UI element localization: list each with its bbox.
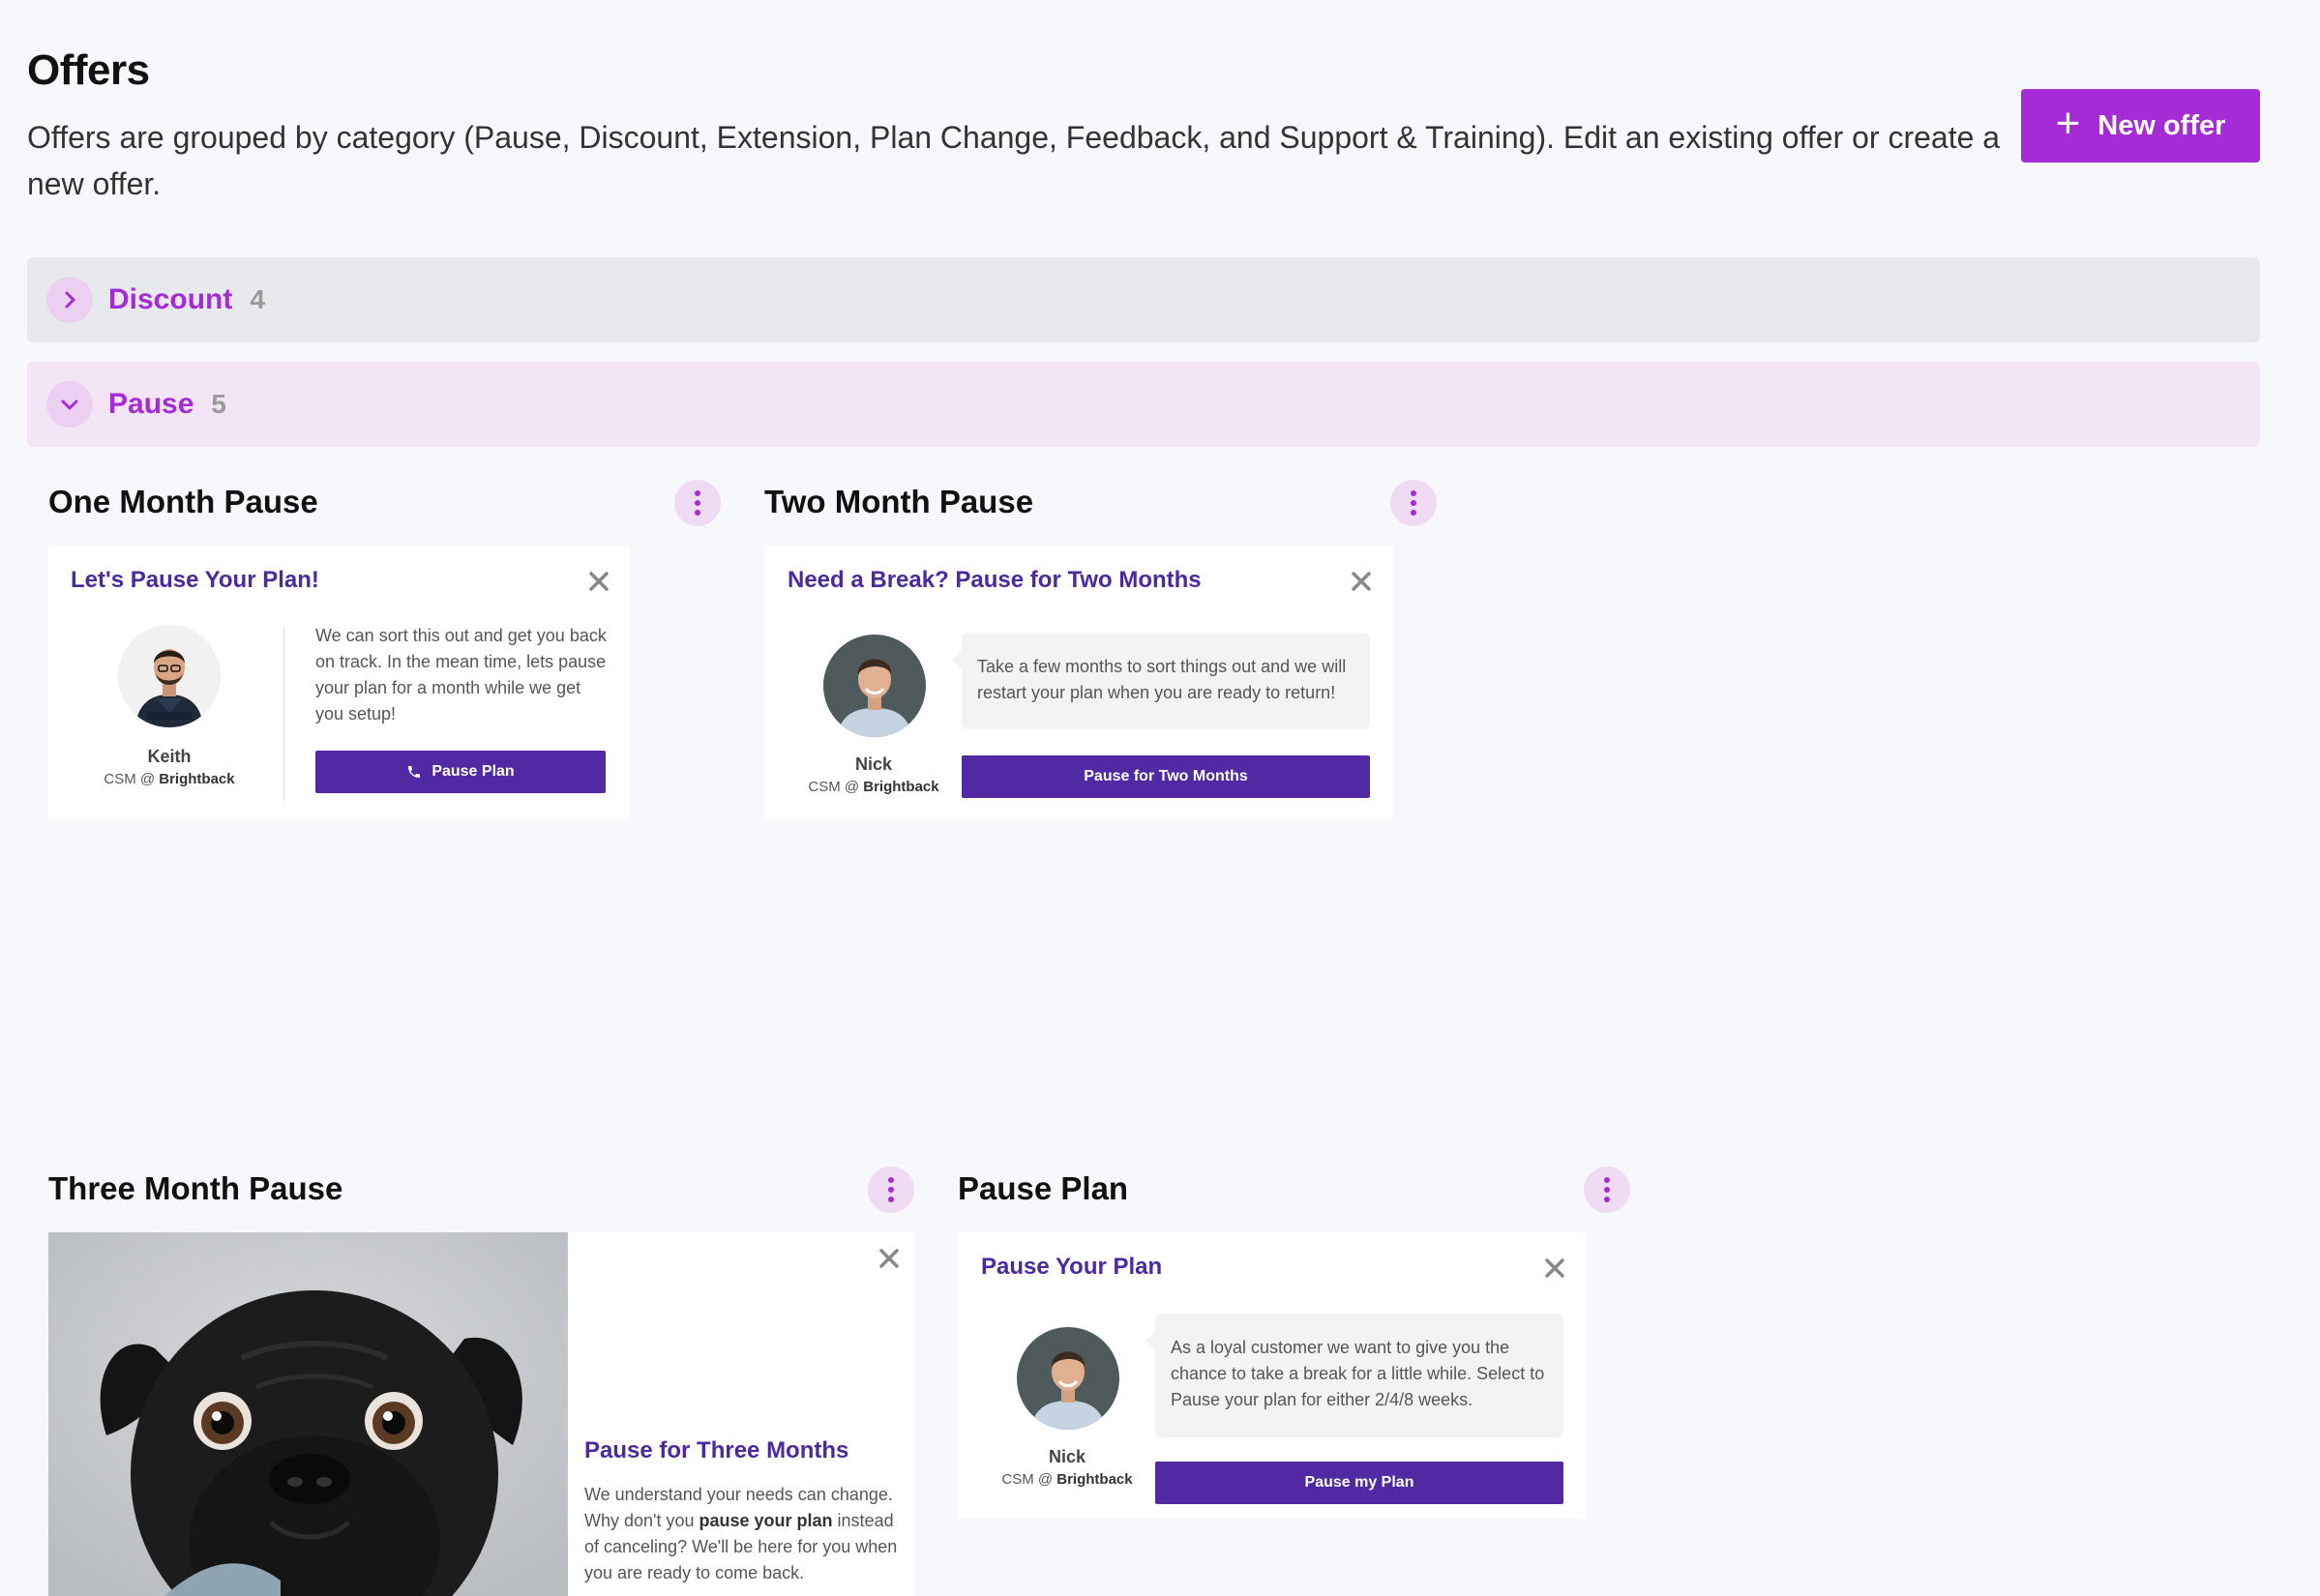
category-count: 5 (211, 389, 226, 419)
pause-two-months-button[interactable]: Pause for Two Months (962, 755, 1370, 798)
chevron-right-icon[interactable] (46, 277, 93, 323)
pause-my-plan-button[interactable]: Pause my Plan (1155, 1462, 1563, 1504)
offer-message: We can sort this out and get you back on… (315, 626, 607, 724)
person-name: Nick (854, 754, 893, 774)
chevron-down-icon[interactable] (46, 381, 93, 428)
offer-message: Take a few months to sort things out and… (977, 657, 1347, 702)
card-heading: Let's Pause Your Plan! (71, 567, 319, 593)
person-name: Nick (1048, 1447, 1086, 1466)
offer-title: Two Month Pause (764, 484, 1034, 519)
card-heading: Need a Break? Pause for Two Months (788, 567, 1202, 593)
pug-photo (48, 1232, 568, 1596)
avatar (823, 635, 926, 737)
offer-preview-card[interactable]: Pause for Three Months We understand you… (48, 1232, 915, 1596)
offer-title: Three Month Pause (48, 1170, 343, 1206)
offer-menu-icon[interactable] (868, 1167, 914, 1213)
category-row-discount[interactable]: Discount 4 (27, 257, 2260, 342)
page-description: Offers are grouped by category (Pause, D… (27, 120, 2001, 201)
offer-message: We understand your needs can change. Why… (584, 1485, 898, 1582)
category-row-pause[interactable]: Pause 5 (27, 362, 2260, 447)
avatar (1017, 1327, 1119, 1430)
offer-menu-icon[interactable] (674, 480, 721, 526)
card-heading: Pause Your Plan (981, 1254, 1163, 1280)
offer-menu-icon[interactable] (1584, 1167, 1630, 1213)
message-bubble: Take a few months to sort things out and… (952, 633, 1370, 729)
person-name: Keith (147, 747, 192, 766)
category-name: Discount (108, 283, 233, 315)
pause-plan-button[interactable]: Pause Plan (315, 751, 606, 793)
close-icon[interactable] (877, 1246, 902, 1271)
avatar (118, 625, 221, 727)
category-count: 4 (250, 284, 265, 314)
offer-title: Pause Plan (958, 1170, 1129, 1206)
offer-preview-card[interactable]: Pause Your Plan Nick CSM @ Brightback As… (958, 1232, 1587, 1519)
pause-plan-label: Pause Plan (431, 763, 515, 780)
offer-menu-icon[interactable] (1390, 480, 1437, 526)
close-icon[interactable] (1542, 1256, 1567, 1281)
page-title: Offers (27, 46, 150, 94)
plus-icon: + (2055, 100, 2081, 147)
new-offer-button[interactable]: + New offer (2021, 89, 2260, 163)
close-icon[interactable] (586, 569, 611, 594)
person-role: CSM @ Brightback (104, 771, 235, 787)
offer-title: One Month Pause (48, 484, 318, 519)
offer-preview-card[interactable]: Need a Break? Pause for Two Months Nick … (764, 546, 1393, 819)
phone-icon (408, 766, 421, 778)
divider (283, 627, 284, 801)
category-name: Pause (108, 388, 194, 420)
card-heading: Pause for Three Months (584, 1437, 849, 1463)
offer-message: As a loyal customer we want to give you … (1171, 1338, 1545, 1409)
message-bubble: As a loyal customer we want to give you … (1145, 1314, 1563, 1437)
person-role: CSM @ Brightback (808, 779, 939, 795)
new-offer-label: New offer (2097, 109, 2226, 141)
offer-preview-card[interactable]: Let's Pause Your Plan! Keith CSM @ Brigh… (48, 546, 630, 819)
close-icon[interactable] (1349, 569, 1374, 594)
person-role: CSM @ Brightback (1001, 1471, 1133, 1488)
